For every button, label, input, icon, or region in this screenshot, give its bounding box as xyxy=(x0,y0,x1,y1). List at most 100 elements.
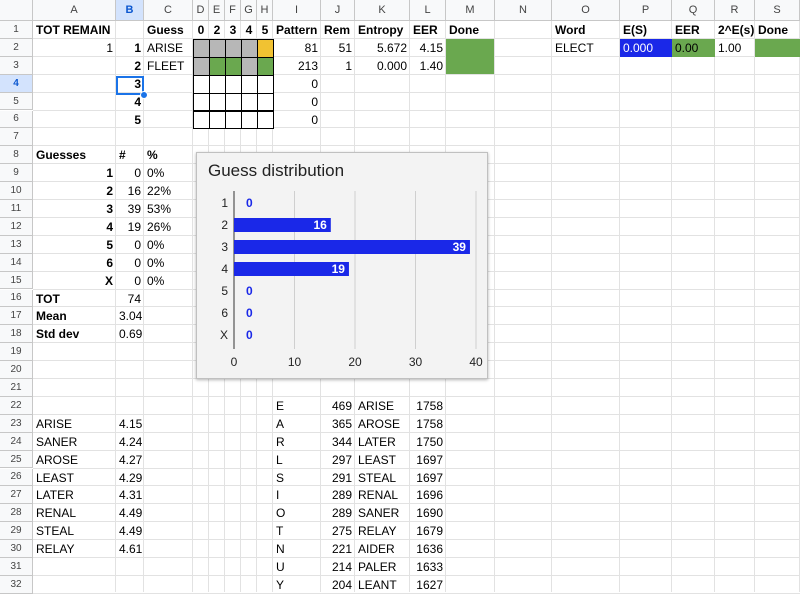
guess-distribution-chart[interactable]: Guess distribution 0 10 20 30 40 1 0 2 16 3 39 4 19 5… xyxy=(196,152,488,379)
guess-word[interactable] xyxy=(144,111,193,129)
letter-tile[interactable] xyxy=(193,38,210,58)
guess-count-label[interactable]: 5 xyxy=(33,236,116,254)
guess-word[interactable]: ARISE xyxy=(144,39,193,57)
guess-count-value[interactable]: 0 xyxy=(116,272,144,290)
ranked-word[interactable]: SANER xyxy=(355,504,410,522)
row-header-21[interactable]: 21 xyxy=(0,379,33,397)
row-header-30[interactable]: 30 xyxy=(0,540,33,558)
row-header-22[interactable]: 22 xyxy=(0,396,33,415)
percent-header[interactable]: % xyxy=(144,146,193,164)
candidate-word[interactable]: RENAL xyxy=(33,504,116,522)
row-header-32[interactable]: 32 xyxy=(0,575,33,594)
letter-tile[interactable] xyxy=(241,74,258,94)
letter-count[interactable]: 344 xyxy=(321,433,355,451)
done-status-fill[interactable] xyxy=(446,38,494,74)
guess-number[interactable]: 1 xyxy=(116,39,144,57)
column-header-g[interactable]: G xyxy=(241,0,257,21)
done-status-2[interactable] xyxy=(755,38,800,57)
guess-word[interactable] xyxy=(144,93,193,111)
row-header-6[interactable]: 6 xyxy=(0,110,33,129)
row-header-11[interactable]: 11 xyxy=(0,200,33,218)
letter-tile[interactable] xyxy=(257,38,274,58)
letter-tile[interactable] xyxy=(241,38,258,58)
letter-tile[interactable] xyxy=(225,92,242,112)
candidate-word[interactable]: LEAST xyxy=(33,469,116,487)
candidate-word[interactable]: SANER xyxy=(33,433,116,451)
column-header-i[interactable]: I xyxy=(273,0,321,21)
letter-cell[interactable]: A xyxy=(273,415,321,433)
row-header-28[interactable]: 28 xyxy=(0,504,33,523)
eer-header[interactable]: EER xyxy=(410,21,446,39)
entropy-value[interactable] xyxy=(355,111,410,129)
letter-tile[interactable] xyxy=(209,92,226,112)
pattern-value[interactable]: 0 xyxy=(273,75,321,93)
rem-value[interactable] xyxy=(321,111,355,129)
ranked-word[interactable]: PALER xyxy=(355,558,410,576)
letter-tile[interactable] xyxy=(257,74,274,94)
letter-cell[interactable]: O xyxy=(273,504,321,522)
tot-remain-value[interactable]: 1 xyxy=(33,39,116,57)
column-header-n[interactable]: N xyxy=(495,0,552,21)
candidate-eer[interactable]: 4.61 xyxy=(116,540,156,558)
column-header-q[interactable]: Q xyxy=(672,0,715,21)
letter-tile[interactable] xyxy=(193,92,210,112)
eer-value[interactable]: 1.40 xyxy=(410,57,446,75)
position-header[interactable]: 2 xyxy=(209,21,225,39)
two-es-header[interactable]: 2^E(s) xyxy=(715,21,755,39)
guess-count-label[interactable]: 1 xyxy=(33,164,116,182)
letter-cell[interactable]: L xyxy=(273,451,321,469)
column-header-l[interactable]: L xyxy=(410,0,446,21)
letter-tile[interactable] xyxy=(257,110,274,130)
letter-cell[interactable]: S xyxy=(273,469,321,487)
column-header-f[interactable]: F xyxy=(225,0,241,21)
ranked-word[interactable]: ARISE xyxy=(355,397,410,415)
position-header[interactable]: 0 xyxy=(193,21,209,39)
row-header-29[interactable]: 29 xyxy=(0,522,33,541)
guess-count-value[interactable]: 19 xyxy=(116,218,144,236)
position-header[interactable]: 4 xyxy=(241,21,257,39)
letter-cell[interactable]: T xyxy=(273,522,321,540)
guess-percent-value[interactable]: 0% xyxy=(144,272,193,290)
ranked-word[interactable]: RELAY xyxy=(355,522,410,540)
letter-count[interactable]: 221 xyxy=(321,540,355,558)
letter-count[interactable]: 214 xyxy=(321,558,355,576)
summary-label[interactable]: Std dev xyxy=(33,325,116,343)
letter-count[interactable]: 289 xyxy=(321,486,355,504)
column-header-h[interactable]: H xyxy=(257,0,273,21)
letter-cell[interactable]: R xyxy=(273,433,321,451)
row-header-12[interactable]: 12 xyxy=(0,217,33,236)
eer-value[interactable] xyxy=(410,75,446,93)
row-header-31[interactable]: 31 xyxy=(0,558,33,576)
summary-label[interactable]: TOT xyxy=(33,290,116,308)
entropy-value[interactable] xyxy=(355,75,410,93)
summary-value[interactable]: 3.04 xyxy=(116,307,144,325)
word-score[interactable]: 1636 xyxy=(410,540,446,558)
pattern-value[interactable]: 0 xyxy=(273,93,321,111)
ranked-word[interactable]: LEAST xyxy=(355,451,410,469)
letter-tile[interactable] xyxy=(193,74,210,94)
fill-handle[interactable] xyxy=(140,91,148,99)
rem-value[interactable]: 1 xyxy=(321,57,355,75)
guesses-header[interactable]: Guesses xyxy=(33,146,116,164)
word-header[interactable]: Word xyxy=(552,21,620,39)
letter-count[interactable]: 275 xyxy=(321,522,355,540)
candidate-word[interactable]: AROSE xyxy=(33,451,116,469)
letter-tile[interactable] xyxy=(209,56,226,76)
ranked-word[interactable]: STEAL xyxy=(355,469,410,487)
eer-value[interactable]: 4.15 xyxy=(410,39,446,57)
letter-tile[interactable] xyxy=(225,38,242,58)
row-header-5[interactable]: 5 xyxy=(0,92,33,111)
row-header-20[interactable]: 20 xyxy=(0,361,33,379)
row-header-2[interactable]: 2 xyxy=(0,38,33,57)
target-word[interactable]: ELECT xyxy=(552,39,620,57)
guess-count-value[interactable]: 0 xyxy=(116,164,144,182)
column-header-j[interactable]: J xyxy=(321,0,355,21)
letter-cell[interactable]: N xyxy=(273,540,321,558)
word-score[interactable]: 1697 xyxy=(410,469,446,487)
row-header-24[interactable]: 24 xyxy=(0,432,33,451)
row-header-16[interactable]: 16 xyxy=(0,289,33,308)
position-header[interactable]: 3 xyxy=(225,21,241,39)
guess-percent-value[interactable]: 0% xyxy=(144,254,193,272)
pattern-value[interactable]: 0 xyxy=(273,111,321,129)
entropy-value[interactable]: 0.000 xyxy=(355,57,410,75)
